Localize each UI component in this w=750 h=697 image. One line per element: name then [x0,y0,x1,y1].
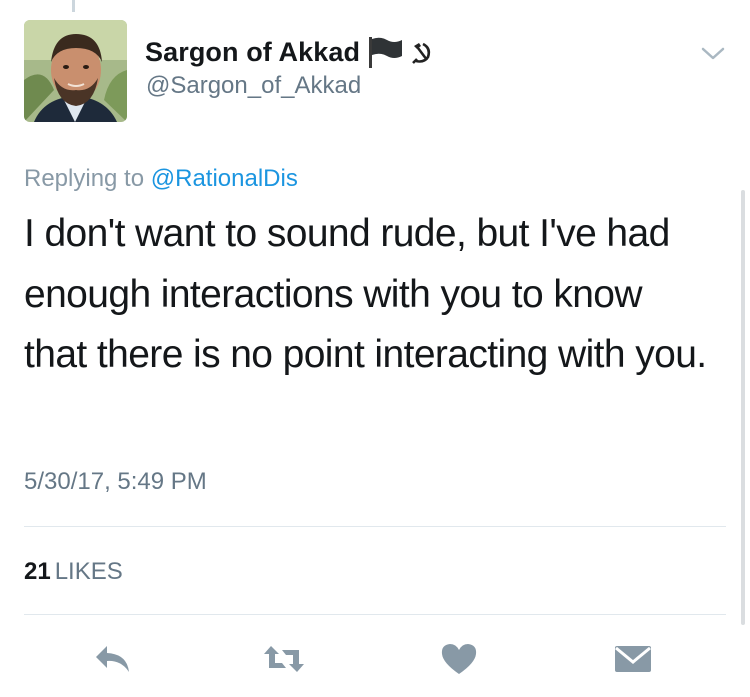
hammer-sickle-icon [410,39,432,65]
reply-button[interactable] [90,636,136,682]
tweet-action-bar [0,636,750,682]
likes-label: LIKES [54,558,123,585]
replying-to-line: Replying to @RationalDis [24,165,298,193]
reply-icon [96,646,129,672]
author-handle[interactable]: @Sargon_of_Akkad [146,72,361,100]
scrollbar[interactable] [741,190,745,625]
envelope-icon [615,646,651,672]
likes-count[interactable]: 21 LIKES [24,558,123,586]
heart-icon [441,644,477,674]
tweet-text: I don't want to sound rude, but I've had… [24,212,707,376]
avatar[interactable] [24,20,127,122]
replying-to-mention[interactable]: @RationalDis [151,165,298,192]
tweet-timestamp[interactable]: 5/30/17, 5:49 PM [24,468,207,496]
direct-message-button[interactable] [610,636,656,682]
author-display-name[interactable]: Sargon of Akkad [145,37,360,68]
retweet-button[interactable] [261,636,307,682]
likes-number: 21 [24,558,51,585]
chevron-down-icon[interactable] [700,44,726,64]
thread-connector-line [72,0,75,12]
like-button[interactable] [436,636,482,682]
retweet-icon [264,646,304,672]
tweet-detail: Sargon of Akkad @Sargon_of_Akkad Replyin… [0,0,750,697]
avatar-photo [24,20,127,122]
divider [24,526,726,527]
author-name-row[interactable]: Sargon of Akkad [145,34,432,70]
divider [24,614,726,615]
replying-to-label: Replying to [24,165,145,192]
black-flag-icon [366,35,404,69]
